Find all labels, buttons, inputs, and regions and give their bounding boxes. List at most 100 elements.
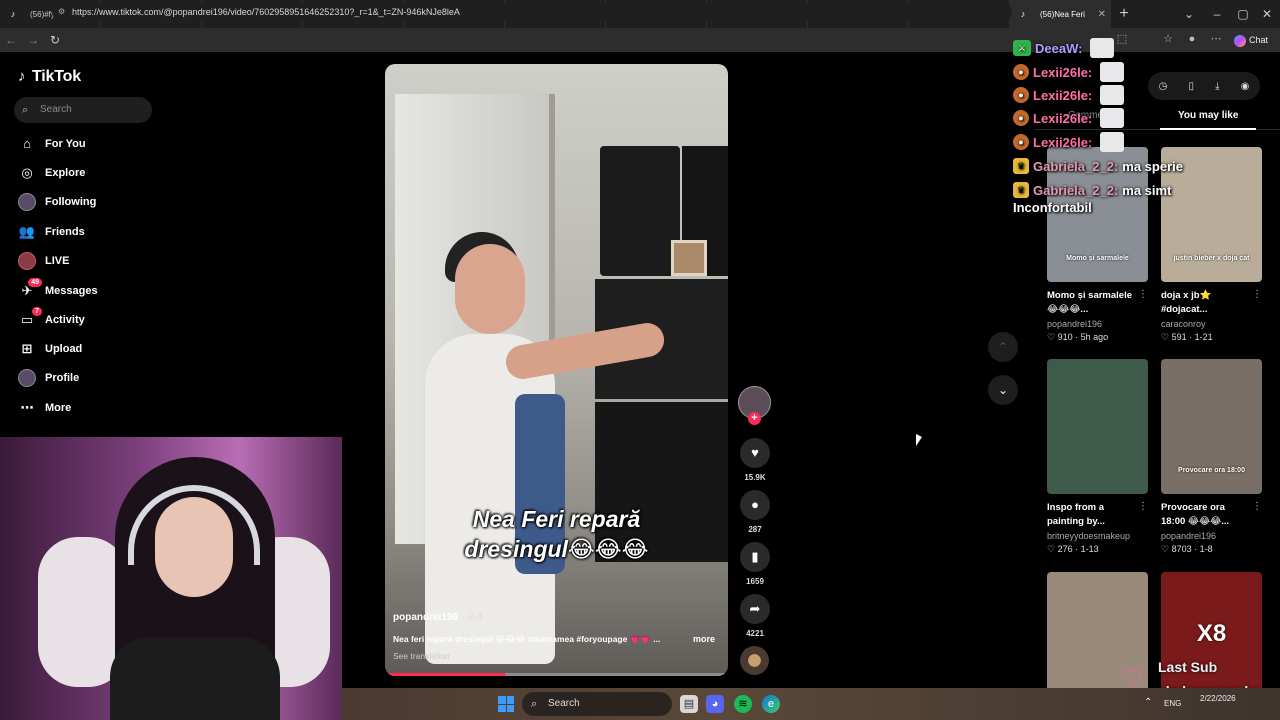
card-author[interactable]: britneyydoesmakeup xyxy=(1047,531,1148,541)
video-tools-bar: ◷ ▯ ⤓ ◉ xyxy=(1148,72,1260,100)
close-window-icon[interactable]: ✕ xyxy=(1254,0,1280,28)
card-title[interactable]: Inspo from a painting by... xyxy=(1047,501,1148,529)
card-author[interactable]: popandrei196 xyxy=(1161,531,1262,541)
subscriber-badge-icon: ● xyxy=(1013,64,1029,80)
edge-icon[interactable]: e xyxy=(762,695,780,713)
chat-username: Lexii26le: xyxy=(1033,64,1093,80)
sidebar-item-live[interactable]: LIVE xyxy=(18,250,69,272)
account-icon[interactable]: ● xyxy=(1184,31,1200,47)
kebab-menu-icon[interactable]: ⋮ xyxy=(1252,289,1262,300)
card-author[interactable]: popandrei196 xyxy=(1047,319,1148,329)
tiktok-favicon-icon: ♪ xyxy=(1020,9,1026,19)
video-progress-bar[interactable] xyxy=(385,673,728,676)
download-icon[interactable]: ⤓ xyxy=(1215,81,1219,92)
sidebar-item-more[interactable]: ⋯ More xyxy=(18,397,72,419)
taskbar-search[interactable]: ⌕ Search xyxy=(522,692,672,716)
search-icon: ⌕ xyxy=(531,698,538,710)
next-video-button[interactable]: ⌄ xyxy=(988,375,1018,405)
taskbar-clock[interactable]: 2/22/2026 xyxy=(1200,693,1236,704)
recommended-video-card[interactable]: Provocare ora 18:00 Provocare ora 18:00 😂… xyxy=(1161,359,1262,555)
recommended-video-card[interactable]: Inspo from a painting by... ⋮ britneyydoes… xyxy=(1047,359,1148,555)
chat-line: ● Lexii26le: xyxy=(1013,85,1125,105)
url-field[interactable]: ⚙ https://www.tiktok.com/@popandrei196/v… xyxy=(52,3,1012,21)
video-thumbnail[interactable] xyxy=(1047,359,1148,494)
card-title[interactable]: Momo și sarmalele 😂😂😂... xyxy=(1047,289,1148,317)
video-progress-fill xyxy=(385,673,506,676)
maximize-icon[interactable]: ▢ xyxy=(1230,0,1256,28)
tab-search-icon[interactable]: ⌄ xyxy=(1176,0,1202,28)
card-title[interactable]: doja x jb⭐ #dojacat... xyxy=(1161,289,1262,317)
heart-outline-icon: ♡ xyxy=(1161,332,1172,342)
follow-plus-icon[interactable]: + xyxy=(748,412,761,425)
video-author[interactable]: popandrei196 · 2-4 xyxy=(393,612,483,623)
card-meta: ♡ 910 · 5h ago xyxy=(1047,332,1109,342)
heart-icon: ♥ xyxy=(740,438,770,468)
comment-count: 287 xyxy=(748,525,762,534)
search-input[interactable]: ⌕ Search xyxy=(14,97,152,123)
sidebar-item-upload[interactable]: ⊞ Upload xyxy=(18,338,83,360)
copilot-chat-button[interactable]: Chat xyxy=(1234,31,1276,49)
like-button[interactable]: ♥ 15.9K xyxy=(740,438,770,482)
windows-start-icon[interactable] xyxy=(498,696,514,712)
site-info-icon[interactable]: ⚙ xyxy=(58,3,65,21)
chat-line: ♛ Gabriela_2_2: ma sperie xyxy=(1013,156,1183,176)
last-sub-title: Last Sub xyxy=(1158,659,1218,675)
chat-line: ● Lexii26le: xyxy=(1013,108,1125,128)
chat-username: Gabriela_2_2: xyxy=(1033,158,1119,174)
sidebar-item-friends[interactable]: 👥 Friends xyxy=(18,221,85,243)
new-tab-button[interactable]: + xyxy=(1111,0,1137,28)
discord-icon[interactable]: ◕ xyxy=(706,695,724,713)
extensions-icon[interactable]: ⬚ xyxy=(1114,31,1130,47)
sidebar-item-label: Upload xyxy=(45,343,83,355)
minimize-icon[interactable]: – xyxy=(1204,0,1230,28)
previous-video-button[interactable]: ⌃ xyxy=(988,332,1018,362)
comment-button[interactable]: ● 287 xyxy=(740,490,770,534)
video-player[interactable]: Nea Feri repară dresingul😂😂😂 popandrei19… xyxy=(385,64,728,676)
file-explorer-icon[interactable]: ▤ xyxy=(680,695,698,713)
forward-icon[interactable]: → xyxy=(22,33,44,47)
video-thumbnail[interactable]: Provocare ora 18:00 xyxy=(1161,359,1262,494)
recommended-video-card[interactable]: justin bieber x doja cat doja x jb⭐ #doja… xyxy=(1161,147,1262,343)
sidebar-item-label: Profile xyxy=(45,372,80,384)
tiktok-note-icon: ♪ xyxy=(18,68,26,85)
language-indicator[interactable]: ENG xyxy=(1164,699,1181,708)
tray-chevron-icon[interactable]: ⌃ xyxy=(1144,697,1152,708)
browser-tab[interactable]: ♪ (56)Nea Feri ✕ xyxy=(1010,0,1111,28)
card-title[interactable]: Provocare ora 18:00 😂😂😂... xyxy=(1161,501,1262,529)
recommended-video-card[interactable]: Momo și sarmalele Momo și sarmalele 😂😂😂..… xyxy=(1047,147,1148,343)
chat-emote-image xyxy=(1100,62,1125,82)
tiktok-logo[interactable]: ♪ TikTok xyxy=(18,68,81,86)
sidebar-item-label: Friends xyxy=(45,226,85,238)
spotify-icon[interactable]: ≋ xyxy=(734,695,752,713)
back-icon[interactable]: ← xyxy=(0,33,22,47)
speed-icon[interactable]: ◷ xyxy=(1159,81,1168,92)
kebab-menu-icon[interactable]: ⋮ xyxy=(1138,289,1148,300)
more-link[interactable]: more xyxy=(693,634,715,644)
windows-taskbar: ⌕ Search ▤ ◕ ≋ e ⌃ ENG 2/22/2026 xyxy=(342,688,1280,720)
kebab-menu-icon[interactable]: ⋮ xyxy=(1252,501,1262,512)
sidebar-item-activity[interactable]: ▭ 7 Activity xyxy=(18,307,85,331)
sidebar-item-profile[interactable]: Profile xyxy=(18,367,79,389)
user-avatar-icon[interactable]: ◉ xyxy=(1241,81,1250,92)
chat-line: ♛ Gabriela_2_2: ma simt xyxy=(1013,180,1171,200)
music-disc-icon[interactable] xyxy=(740,646,769,675)
comment-icon: ● xyxy=(740,490,770,520)
reload-icon[interactable]: ↻ xyxy=(44,33,66,47)
card-author[interactable]: caraconroy xyxy=(1161,319,1262,329)
phone-icon[interactable]: ▯ xyxy=(1188,81,1194,92)
sidebar-item-following[interactable]: Following xyxy=(18,191,96,213)
save-button[interactable]: ▮ 1659 xyxy=(740,542,770,586)
share-button[interactable]: ➦ 4221 xyxy=(740,594,770,638)
sidebar-item-messages[interactable]: ✈ 49 Messages xyxy=(18,278,98,302)
favorites-icon[interactable]: ☆ xyxy=(1160,31,1176,47)
close-tab-icon[interactable]: ✕ xyxy=(1098,9,1106,20)
chat-message: ma sperie xyxy=(1122,158,1183,174)
sidebar-item-for-you[interactable]: ⌂ For You xyxy=(18,133,85,155)
kebab-menu-icon[interactable]: ⋮ xyxy=(1138,501,1148,512)
sidebar-item-explore[interactable]: ◎ Explore xyxy=(18,162,85,184)
profile-icon xyxy=(18,369,36,387)
browser-menu-icon[interactable]: ⋯ xyxy=(1208,31,1224,47)
sidebar-item-label: More xyxy=(45,402,72,414)
see-translation-link[interactable]: See translation xyxy=(393,651,450,661)
tab-you-may-like[interactable]: You may like xyxy=(1178,110,1238,121)
